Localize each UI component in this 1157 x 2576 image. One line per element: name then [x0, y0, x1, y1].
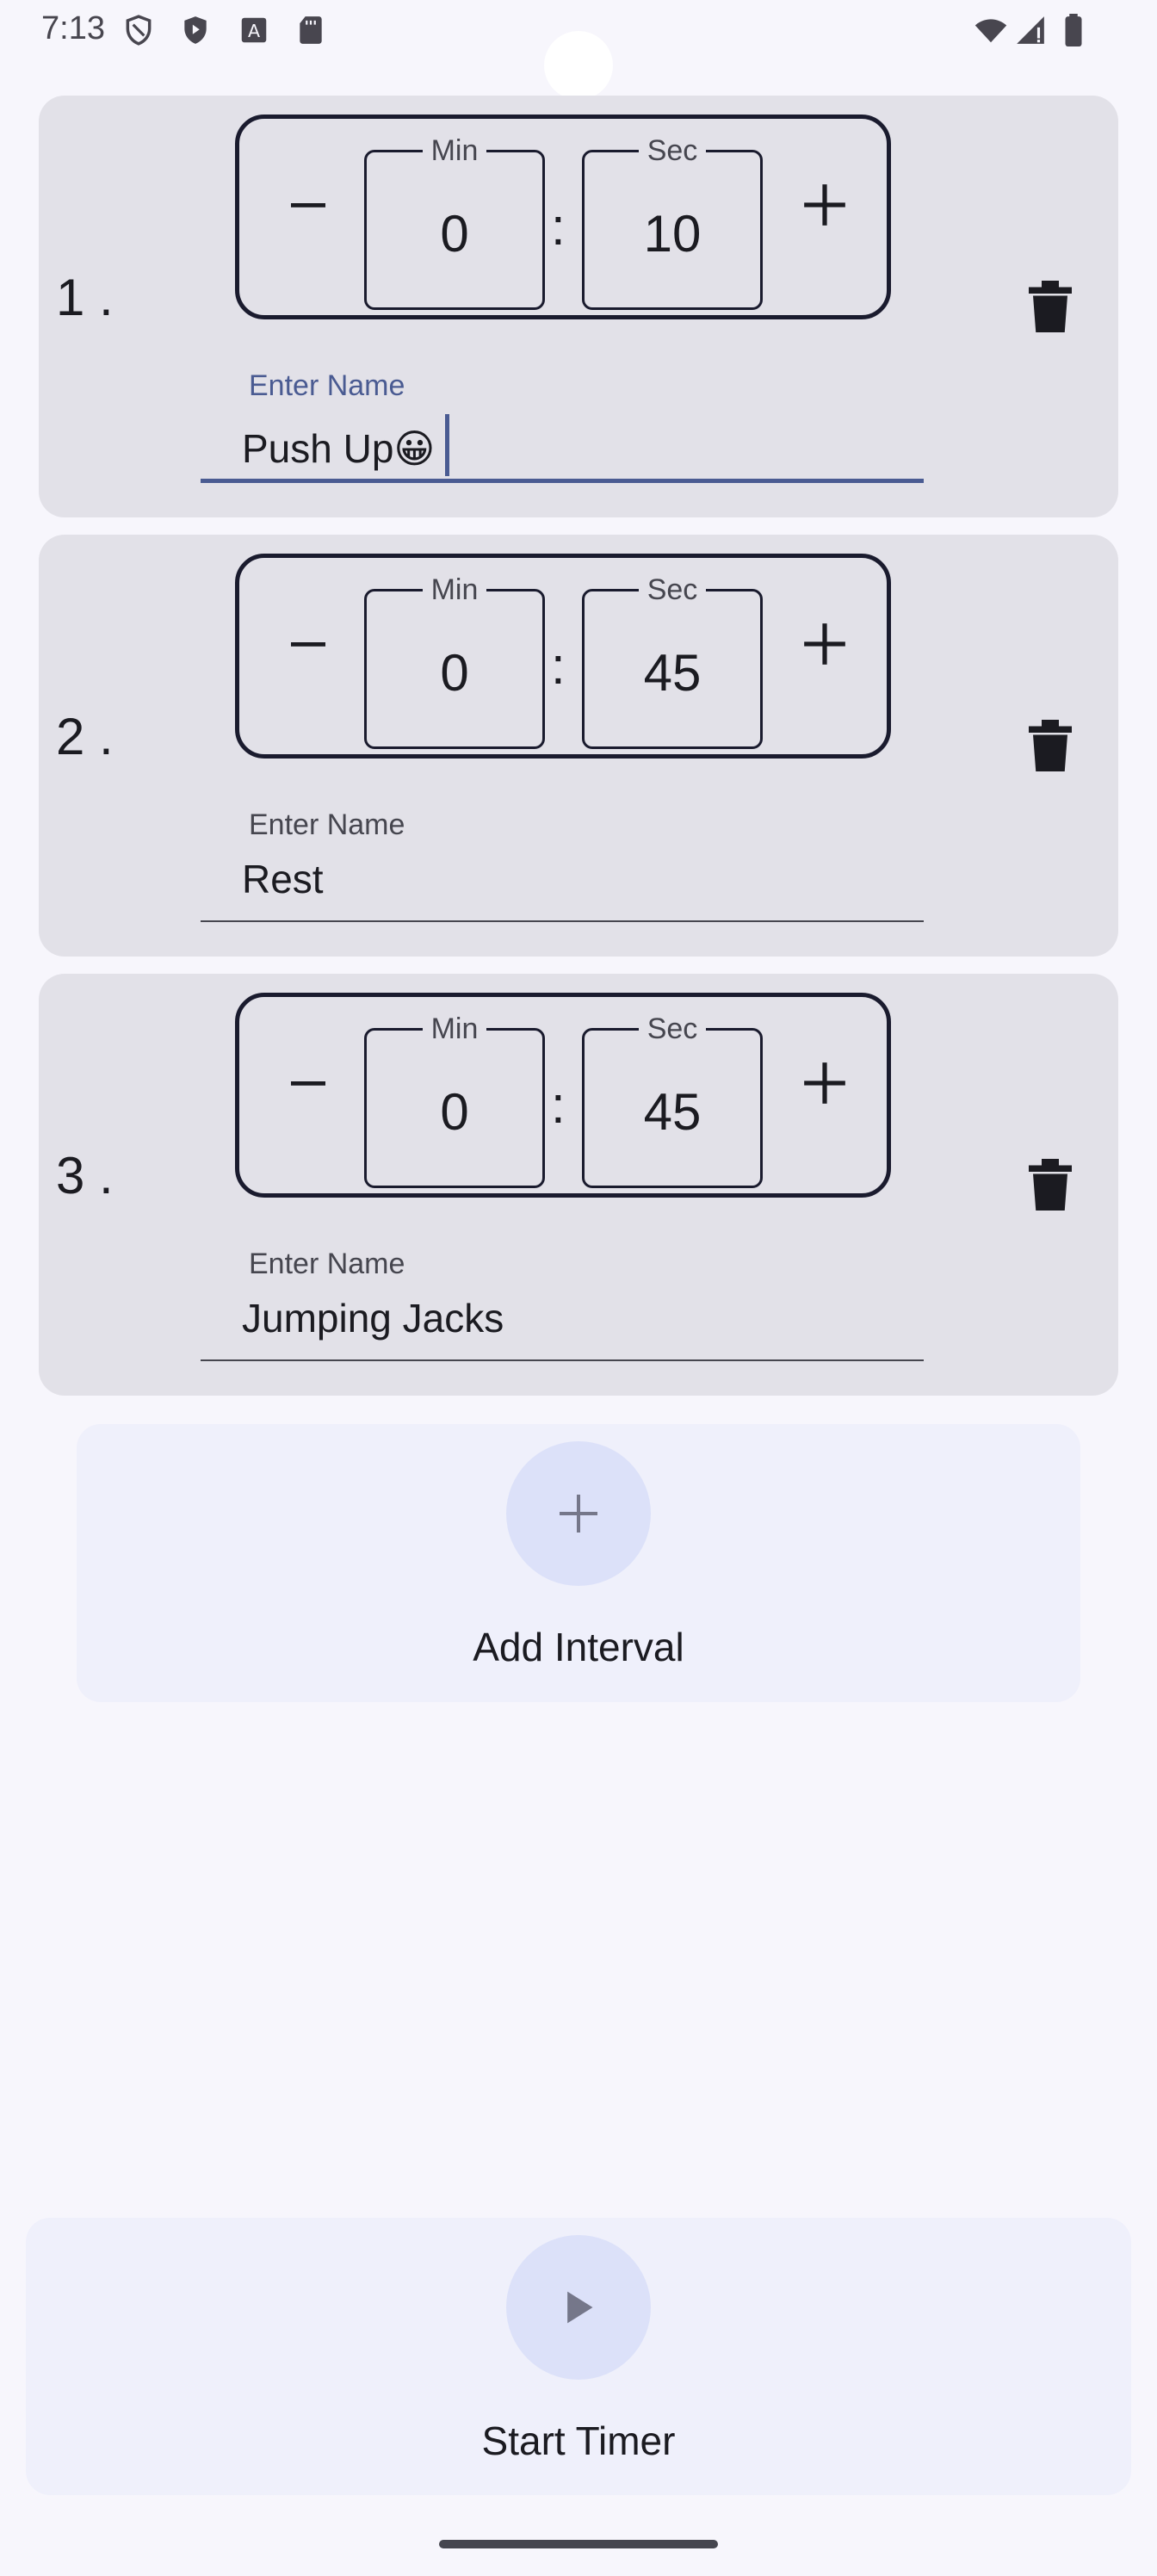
seconds-field[interactable]: Sec 45: [582, 573, 763, 749]
minutes-label: Min: [422, 134, 487, 167]
name-input-label: Enter Name: [249, 1248, 405, 1280]
minutes-value: 0: [440, 205, 469, 263]
delete-icon[interactable]: [1029, 1159, 1072, 1211]
plus-icon: [804, 623, 845, 665]
minutes-field[interactable]: Min 0: [364, 573, 545, 749]
seconds-value: 45: [643, 644, 702, 702]
name-input-value: Jumping Jacks: [242, 1296, 504, 1341]
add-icon: [560, 1495, 597, 1533]
name-input-underline: [201, 1359, 924, 1361]
minutes-label: Min: [422, 573, 487, 606]
delete-icon[interactable]: [1029, 281, 1072, 332]
minutes-label: Min: [422, 1012, 487, 1045]
time-stepper: Min 0 : Sec 45: [235, 993, 891, 1198]
add-interval-button[interactable]: Add Interval: [77, 1424, 1080, 1702]
battery-icon: [1065, 14, 1082, 46]
name-input-underline: [201, 920, 924, 922]
name-input-label: Enter Name: [249, 808, 405, 841]
camera-cutout: [544, 31, 613, 100]
seconds-value: 10: [643, 205, 702, 263]
shield-outline-icon: [126, 15, 152, 46]
minutes-value: 0: [440, 1083, 469, 1141]
add-interval-circle[interactable]: [506, 1441, 651, 1586]
increment-button[interactable]: [782, 162, 868, 248]
text-cursor: [445, 414, 450, 476]
seconds-field[interactable]: Sec 10: [582, 134, 763, 310]
name-input-underline: [201, 479, 924, 483]
name-input-value: Rest: [242, 857, 324, 901]
decrement-button[interactable]: [265, 162, 351, 248]
text-a-icon: A: [241, 17, 267, 43]
time-separator: :: [551, 1076, 566, 1134]
seconds-label: Sec: [638, 573, 707, 606]
time-separator: :: [551, 637, 566, 695]
plus-icon: [804, 184, 845, 226]
decrement-button[interactable]: [265, 601, 351, 687]
name-input-value: Push Up😀: [242, 414, 450, 476]
time-stepper: Min 0 : Sec 10: [235, 115, 891, 319]
interval-index: 3 .: [56, 1147, 114, 1204]
time-separator: :: [551, 198, 566, 256]
interval-card: 2 . Min 0 : Sec 45 Enter Name Rest: [39, 535, 1118, 957]
plus-icon: [804, 1062, 845, 1104]
svg-text:A: A: [248, 21, 260, 41]
name-input[interactable]: Enter Name Jumping Jacks: [201, 1241, 924, 1361]
decrement-button[interactable]: [265, 1040, 351, 1126]
sd-card-icon: [300, 16, 322, 44]
seconds-label: Sec: [638, 1012, 707, 1045]
home-indicator[interactable]: [439, 2540, 718, 2548]
seconds-label: Sec: [638, 134, 707, 167]
minus-icon: [291, 1081, 325, 1086]
minus-icon: [291, 203, 325, 207]
seconds-value: 45: [643, 1083, 702, 1141]
minutes-field[interactable]: Min 0: [364, 134, 545, 310]
increment-button[interactable]: [782, 601, 868, 687]
interval-card: 1 . Min 0 : Sec 10 Enter Name Push Up😀: [39, 96, 1118, 517]
signal-icon: [1017, 16, 1044, 44]
interval-index: 1 .: [56, 269, 114, 326]
name-input[interactable]: Enter Name Push Up😀: [201, 362, 924, 483]
name-input[interactable]: Enter Name Rest: [201, 802, 924, 922]
seconds-field[interactable]: Sec 45: [582, 1012, 763, 1188]
increment-button[interactable]: [782, 1040, 868, 1126]
start-timer-circle[interactable]: [506, 2235, 651, 2380]
time-stepper: Min 0 : Sec 45: [235, 554, 891, 759]
play-icon: [567, 2291, 593, 2324]
start-timer-button[interactable]: Start Timer: [26, 2218, 1131, 2495]
start-timer-label: Start Timer: [481, 2418, 676, 2463]
minus-icon: [291, 642, 325, 647]
shield-play-icon: [184, 16, 207, 44]
add-interval-label: Add Interval: [473, 1625, 684, 1669]
minutes-field[interactable]: Min 0: [364, 1012, 545, 1188]
minutes-value: 0: [440, 644, 469, 702]
delete-icon[interactable]: [1029, 720, 1072, 771]
status-time: 7:13: [41, 10, 105, 46]
name-input-label: Enter Name: [249, 369, 405, 402]
interval-index: 2 .: [56, 708, 114, 765]
interval-card: 3 . Min 0 : Sec 45 Enter Name Jumping Ja…: [39, 974, 1118, 1396]
wifi-icon: [974, 19, 1007, 43]
